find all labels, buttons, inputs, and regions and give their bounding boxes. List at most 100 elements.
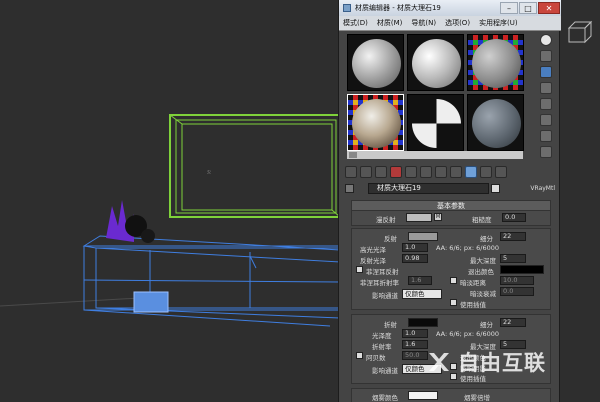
refl-use-interp-checkbox[interactable] <box>450 299 457 306</box>
picture-frame-object <box>169 114 341 218</box>
abbe-spinner[interactable]: 50.0 <box>402 351 428 360</box>
diffuse-map-button[interactable]: M <box>434 213 442 221</box>
window-title: 材质编辑器 - 材质大理石19 <box>355 4 441 12</box>
material-name-row: 材质大理石19 VRayMtl <box>345 182 555 194</box>
hilight-gloss-spinner[interactable]: 1.0 <box>402 243 428 252</box>
title-bar[interactable]: 材质编辑器 - 材质大理石19 – □ ✕ <box>339 0 561 16</box>
box-object <box>133 291 169 313</box>
menu-navigation[interactable]: 导航(N) <box>411 18 436 28</box>
sample-slot[interactable] <box>407 94 464 151</box>
menu-options[interactable]: 选项(O) <box>445 18 470 28</box>
sample-type-icon[interactable] <box>540 34 552 46</box>
menu-utilities[interactable]: 实用程序(U) <box>479 18 518 28</box>
refract-label: 折射 <box>384 321 397 329</box>
fresnel-ior-label: 菲涅耳折射率 <box>360 279 399 287</box>
fog-color-swatch[interactable] <box>408 391 438 400</box>
diffuse-label: 漫反射 <box>376 216 396 224</box>
fresnel-ior-spinner[interactable]: 1.6 <box>408 276 432 285</box>
refl-use-interp-label: 使用插值 <box>460 301 486 309</box>
options-icon[interactable] <box>540 130 552 142</box>
sample-slots <box>347 34 524 160</box>
fresnel-checkbox[interactable] <box>356 266 363 273</box>
floor-line <box>0 297 141 307</box>
reflect-color-swatch[interactable] <box>408 232 438 241</box>
tv-cabinet-object <box>82 235 341 327</box>
watermark: 自由互联 <box>426 344 596 380</box>
menu-bar: 模式(D) 材质(M) 导航(N) 选项(O) 实用程序(U) <box>339 16 561 31</box>
material-id-icon[interactable] <box>450 166 462 178</box>
roughness-label: 粗糙度 <box>472 216 492 224</box>
dim-distance-label: 暗淡距离 <box>460 279 486 287</box>
refl-exit-color-label: 退出颜色 <box>468 268 494 276</box>
dim-falloff-label: 暗淡衰减 <box>470 290 496 298</box>
refl-max-depth-spinner[interactable]: 5 <box>500 254 526 263</box>
refl-affect-channels-label: 影响通道 <box>372 292 398 300</box>
menu-material[interactable]: 材质(M) <box>377 18 403 28</box>
refr-affect-channels-label: 影响通道 <box>372 367 398 375</box>
minimize-button[interactable]: – <box>500 2 518 14</box>
sample-slot[interactable] <box>467 34 524 91</box>
watermark-logo-icon <box>429 353 449 371</box>
roughness-spinner[interactable]: 0.0 <box>502 213 526 222</box>
ior-spinner[interactable]: 1.6 <box>402 340 428 349</box>
show-map-icon[interactable] <box>465 166 477 178</box>
refract-color-swatch[interactable] <box>408 318 438 327</box>
refl-gloss-label: 反射光泽 <box>360 257 386 265</box>
refl-gloss-spinner[interactable]: 0.98 <box>402 254 428 263</box>
make-preview-icon[interactable] <box>540 114 552 126</box>
eyedropper-icon[interactable] <box>345 183 354 193</box>
refl-aa-info: AA: 6/6; px: 6/6000 <box>436 244 500 252</box>
show-end-result-icon[interactable] <box>480 166 492 178</box>
sample-slot[interactable] <box>347 34 404 91</box>
reflection-section: 反射 细分 22 高光光泽 1.0 AA: 6/6; px: 6/6000 反射… <box>351 228 551 310</box>
basic-params-header[interactable]: 基本参数 <box>352 201 550 211</box>
sample-slot[interactable] <box>467 94 524 151</box>
vertical-toolbar <box>537 34 555 158</box>
put-to-scene-icon[interactable] <box>360 166 372 178</box>
close-button[interactable]: ✕ <box>538 2 560 14</box>
view-cube-icon[interactable] <box>561 0 600 60</box>
reset-map-icon[interactable] <box>390 166 402 178</box>
material-type-button[interactable] <box>491 183 501 193</box>
dim-distance-spinner[interactable]: 10.0 <box>500 276 534 285</box>
video-color-check-icon[interactable] <box>540 98 552 110</box>
refr-gloss-label: 光泽度 <box>372 332 392 340</box>
refl-affect-channels-dropdown[interactable]: 仅颜色 <box>402 289 442 299</box>
basic-params-rollout: 基本参数 漫反射 M 粗糙度 0.0 <box>351 200 551 226</box>
ior-label: 折射率 <box>372 343 392 351</box>
put-to-library-icon[interactable] <box>435 166 447 178</box>
app-icon <box>343 4 351 12</box>
material-name-field[interactable]: 材质大理石19 <box>367 182 490 194</box>
sample-uv-icon[interactable] <box>540 82 552 94</box>
fog-mult-label: 烟雾倍增 <box>464 394 490 402</box>
make-unique-icon[interactable] <box>420 166 432 178</box>
dim-falloff-spinner[interactable]: 0.0 <box>500 287 534 296</box>
refl-subdiv-label: 细分 <box>480 235 493 243</box>
diffuse-color-swatch[interactable] <box>406 213 432 222</box>
svg-text:ℛ: ℛ <box>207 170 211 176</box>
refl-exit-color-swatch[interactable] <box>500 265 544 274</box>
backlight-icon[interactable] <box>540 50 552 62</box>
right-viewport-strip <box>561 0 600 402</box>
select-by-material-icon[interactable] <box>540 146 552 158</box>
sample-slot-selected[interactable] <box>347 94 404 151</box>
reflect-label: 反射 <box>384 235 397 243</box>
material-type-label: VRayMtl <box>530 184 555 192</box>
refr-gloss-spinner[interactable]: 1.0 <box>402 329 428 338</box>
slots-scrollbar[interactable] <box>347 151 523 159</box>
refr-subdiv-label: 细分 <box>480 321 493 329</box>
sample-slot[interactable] <box>407 34 464 91</box>
get-material-icon[interactable] <box>345 166 357 178</box>
refr-subdiv-spinner[interactable]: 22 <box>500 318 526 327</box>
abbe-checkbox[interactable] <box>356 352 363 359</box>
menu-mode[interactable]: 模式(D) <box>343 18 368 28</box>
maximize-button[interactable]: □ <box>519 2 537 14</box>
go-to-parent-icon[interactable] <box>495 166 507 178</box>
scroll-thumb[interactable] <box>349 152 357 158</box>
background-icon[interactable] <box>540 66 552 78</box>
make-copy-icon[interactable] <box>405 166 417 178</box>
hilight-gloss-label: 高光光泽 <box>360 246 386 254</box>
dim-distance-checkbox[interactable] <box>450 277 457 284</box>
assign-to-selection-icon[interactable] <box>375 166 387 178</box>
refl-subdiv-spinner[interactable]: 22 <box>500 232 526 241</box>
